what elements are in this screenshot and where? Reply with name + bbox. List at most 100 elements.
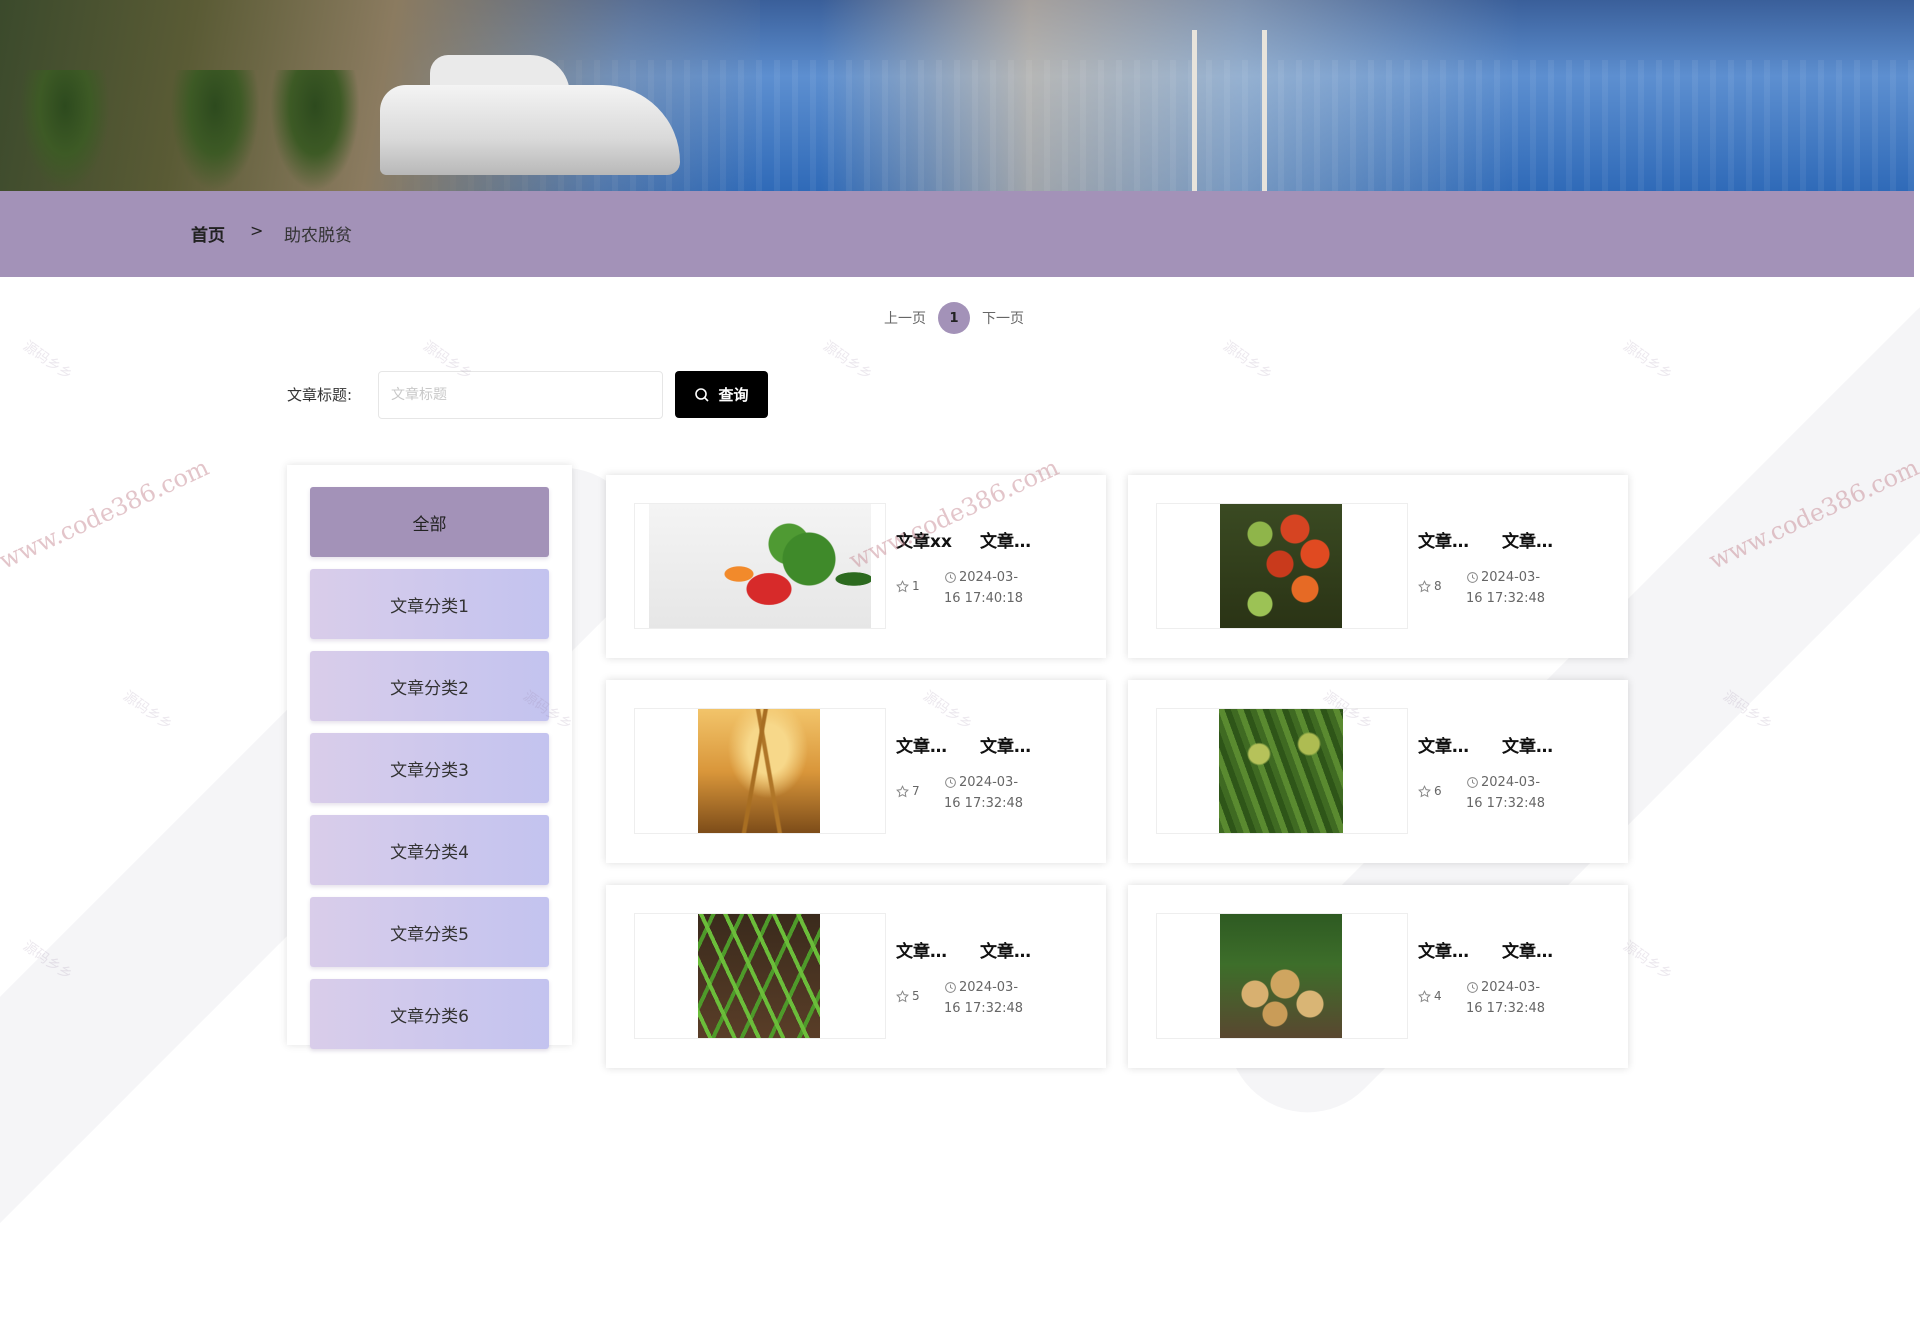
star-icon bbox=[896, 989, 909, 1002]
category-sidebar: 全部 文章分类1 文章分类2 文章分类3 文章分类4 文章分类5 文章分类6 bbox=[287, 465, 572, 1049]
star-icon bbox=[896, 579, 909, 592]
banner-yacht bbox=[380, 85, 680, 175]
category-item-5[interactable]: 文章分类5 bbox=[310, 897, 549, 967]
article-image bbox=[634, 913, 886, 1039]
search-button-label: 查询 bbox=[718, 386, 749, 404]
next-page-button[interactable]: 下一页 bbox=[982, 308, 1024, 328]
article-title[interactable]: 文章… bbox=[1418, 732, 1469, 757]
article-clock-time: 16 17:32:48 bbox=[1466, 796, 1546, 811]
article-card[interactable]: 文章… 文章… 4 2024-03- 16 17:32:48 bbox=[1128, 885, 1628, 1068]
article-image bbox=[1156, 913, 1408, 1039]
article-card[interactable]: 文章xx 文章… 1 2024-03- 16 17:40:18 bbox=[606, 475, 1106, 658]
vegetables-photo bbox=[649, 504, 871, 628]
article-card[interactable]: 文章… 文章… 8 2024-03- 16 17:32:48 bbox=[1128, 475, 1628, 658]
article-clock-time: 16 17:32:48 bbox=[1466, 591, 1546, 606]
article-category: 文章… bbox=[1502, 737, 1553, 757]
watermark-text: 源码乡乡 bbox=[1619, 338, 1675, 384]
banner-palm bbox=[170, 70, 260, 191]
article-date: 2024-03- bbox=[959, 570, 1019, 585]
wheat-photo bbox=[698, 709, 820, 833]
breadcrumb-separator: > bbox=[250, 221, 264, 240]
article-category: 文章… bbox=[1502, 532, 1553, 552]
article-likes: 6 bbox=[1418, 784, 1442, 798]
search-button[interactable]: 查询 bbox=[675, 371, 768, 418]
category-item-1[interactable]: 文章分类1 bbox=[310, 569, 549, 639]
prev-page-button[interactable]: 上一页 bbox=[884, 308, 926, 328]
article-likes: 8 bbox=[1418, 579, 1442, 593]
seedlings-photo bbox=[698, 914, 820, 1038]
article-card[interactable]: 文章… 文章… 5 2024-03- 16 17:32:48 bbox=[606, 885, 1106, 1068]
article-date: 2024-03- bbox=[959, 775, 1019, 790]
search-input[interactable] bbox=[378, 371, 663, 419]
star-icon bbox=[896, 784, 909, 797]
star-icon bbox=[1418, 579, 1431, 592]
banner-palm bbox=[20, 70, 110, 191]
watermark-text: 源码乡乡 bbox=[819, 338, 875, 384]
article-image bbox=[634, 503, 886, 629]
category-item-4[interactable]: 文章分类4 bbox=[310, 815, 549, 885]
article-likes: 1 bbox=[896, 579, 920, 593]
article-category: 文章… bbox=[980, 737, 1031, 757]
pagination: 上一页 1 下一页 bbox=[884, 302, 1024, 334]
clock-icon bbox=[1467, 982, 1478, 993]
article-clock-time: 16 17:32:48 bbox=[944, 1001, 1024, 1016]
article-title[interactable]: 文章… bbox=[896, 937, 947, 962]
breadcrumb: 首页 > 助农脱贫 bbox=[0, 191, 1914, 277]
banner-palm bbox=[270, 70, 360, 191]
article-card[interactable]: 文章… 文章… 6 2024-03- 16 17:32:48 bbox=[1128, 680, 1628, 863]
article-clock-time: 16 17:32:48 bbox=[1466, 1001, 1546, 1016]
article-title[interactable]: 文章… bbox=[1418, 937, 1469, 962]
article-time: 2024-03- 16 17:32:48 bbox=[1466, 977, 1576, 1019]
article-title[interactable]: 文章xx bbox=[896, 527, 952, 552]
watermark-url: www.code386.com bbox=[0, 453, 214, 575]
article-likes-count: 7 bbox=[912, 784, 920, 798]
article-category: 文章… bbox=[980, 942, 1031, 962]
article-likes: 5 bbox=[896, 989, 920, 1003]
banner-mast bbox=[1262, 30, 1267, 191]
breadcrumb-current: 助农脱贫 bbox=[284, 226, 352, 246]
watermark-text: 源码乡乡 bbox=[119, 688, 175, 734]
clock-icon bbox=[1467, 777, 1478, 788]
article-title[interactable]: 文章… bbox=[896, 732, 947, 757]
star-icon bbox=[1418, 784, 1431, 797]
article-image bbox=[1156, 503, 1408, 629]
article-likes-count: 6 bbox=[1434, 784, 1442, 798]
watermark-text: 源码乡乡 bbox=[1219, 338, 1275, 384]
millet-photo bbox=[1219, 709, 1343, 833]
article-time: 2024-03- 16 17:32:48 bbox=[1466, 772, 1576, 814]
article-likes-count: 4 bbox=[1434, 989, 1442, 1003]
banner-mast bbox=[1192, 30, 1197, 191]
category-item-2[interactable]: 文章分类2 bbox=[310, 651, 549, 721]
article-category: 文章… bbox=[1502, 942, 1553, 962]
category-item-all[interactable]: 全部 bbox=[310, 487, 549, 557]
search-icon bbox=[695, 387, 710, 402]
article-clock-time: 16 17:32:48 bbox=[944, 796, 1024, 811]
search-label: 文章标题: bbox=[287, 386, 353, 404]
article-likes: 4 bbox=[1418, 989, 1442, 1003]
clock-icon bbox=[945, 982, 956, 993]
article-date: 2024-03- bbox=[959, 980, 1019, 995]
article-likes-count: 1 bbox=[912, 579, 920, 593]
article-time: 2024-03- 16 17:40:18 bbox=[944, 567, 1054, 609]
article-image bbox=[634, 708, 886, 834]
article-card[interactable]: 文章… 文章… 7 2024-03- 16 17:32:48 bbox=[606, 680, 1106, 863]
article-date: 2024-03- bbox=[1481, 775, 1541, 790]
article-likes: 7 bbox=[896, 784, 920, 798]
category-item-6[interactable]: 文章分类6 bbox=[310, 979, 549, 1049]
article-date: 2024-03- bbox=[1481, 570, 1541, 585]
clock-icon bbox=[945, 572, 956, 583]
page-number[interactable]: 1 bbox=[938, 302, 970, 334]
category-item-3[interactable]: 文章分类3 bbox=[310, 733, 549, 803]
article-likes-count: 5 bbox=[912, 989, 920, 1003]
article-image bbox=[1156, 708, 1408, 834]
breadcrumb-home[interactable]: 首页 bbox=[191, 221, 225, 246]
article-date: 2024-03- bbox=[1481, 980, 1541, 995]
header-banner bbox=[0, 0, 1914, 191]
tomatoes-photo bbox=[1220, 504, 1342, 628]
star-icon bbox=[1418, 989, 1431, 1002]
article-time: 2024-03- 16 17:32:48 bbox=[944, 772, 1054, 814]
article-time: 2024-03- 16 17:32:48 bbox=[1466, 567, 1576, 609]
clock-icon bbox=[1467, 572, 1478, 583]
article-clock-time: 16 17:40:18 bbox=[944, 591, 1024, 606]
article-title[interactable]: 文章… bbox=[1418, 527, 1469, 552]
